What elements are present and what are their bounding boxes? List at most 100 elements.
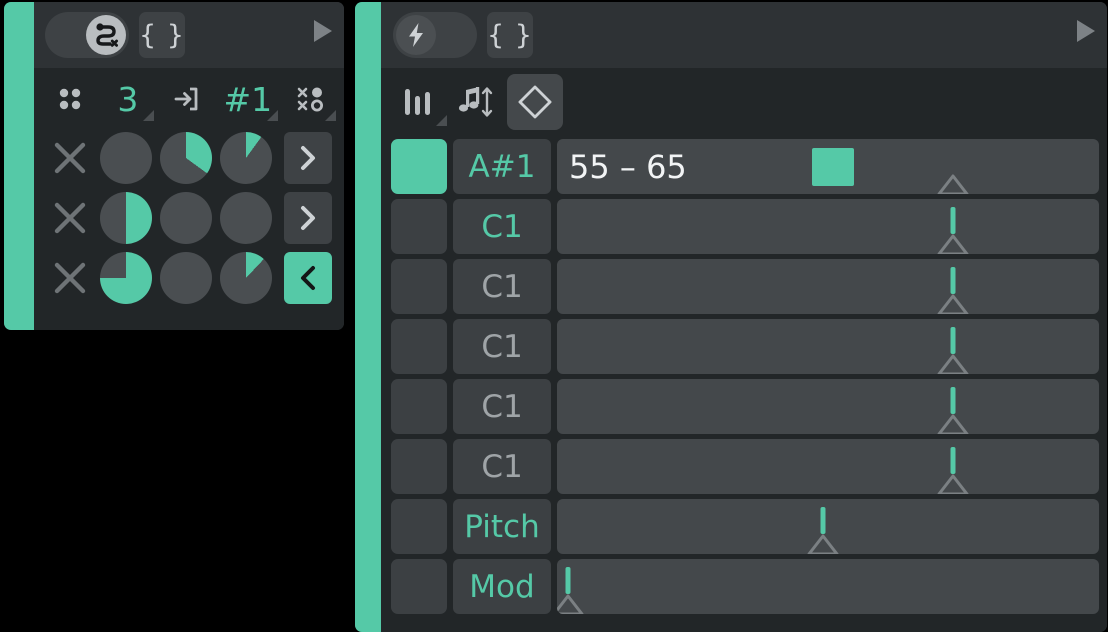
step-pad[interactable]: [391, 379, 447, 434]
left-panel-body: { } 3 #1: [34, 2, 344, 330]
left-panel: { } 3 #1: [4, 2, 344, 330]
row-expand-right-button[interactable]: [284, 132, 332, 184]
note-label-button[interactable]: C1: [453, 319, 551, 374]
sequencer-row: Mod: [391, 559, 1099, 614]
close-x-icon: [54, 262, 86, 294]
left-row: [48, 192, 332, 244]
note-label-button[interactable]: Mod: [453, 559, 551, 614]
corner-triangle-icon: [436, 115, 447, 126]
value-slider-track[interactable]: [557, 379, 1099, 434]
clear-row-button[interactable]: [48, 136, 92, 180]
dial-3[interactable]: [220, 192, 272, 244]
right-play-button[interactable]: [1077, 20, 1095, 42]
mod-toggle-knob: [86, 15, 126, 55]
slider-handle[interactable]: [934, 172, 972, 194]
slider-stem: [565, 567, 571, 594]
dial-2[interactable]: [160, 252, 212, 304]
sequencer-row: Pitch: [391, 499, 1099, 554]
note-up-down-icon: [458, 87, 493, 117]
step-pad[interactable]: [391, 319, 447, 374]
sequencer-row: C1: [391, 199, 1099, 254]
value-slider-track[interactable]: [557, 199, 1099, 254]
left-row: [48, 252, 332, 304]
arrow-into-box-icon: [174, 87, 198, 111]
toolbar-count-label: 3: [117, 79, 139, 119]
right-braces-label: { }: [487, 19, 533, 51]
lightning-toggle-knob: [396, 15, 436, 55]
note-label-button[interactable]: C1: [453, 439, 551, 494]
triangle-handle-icon: [937, 234, 969, 254]
note-label-button[interactable]: A#1: [453, 139, 551, 194]
row-expand-right-button[interactable]: [284, 192, 332, 244]
toolbar-item-transpose[interactable]: [451, 74, 497, 130]
step-pad[interactable]: [391, 199, 447, 254]
slider-handle[interactable]: [804, 532, 842, 554]
chevron-right-icon: [301, 146, 315, 170]
color-swatch[interactable]: [811, 147, 854, 186]
triangle-handle-icon: [937, 354, 969, 374]
toolbar-item-grid[interactable]: [50, 73, 90, 125]
toolbar-item-randomize[interactable]: [290, 73, 336, 125]
toolbar-item-input[interactable]: [166, 73, 206, 125]
slider-handle[interactable]: [934, 472, 972, 494]
right-braces-button[interactable]: { }: [487, 12, 533, 58]
value-slider-track[interactable]: [557, 319, 1099, 374]
slider-handle[interactable]: [557, 592, 587, 614]
triangle-handle-icon: [937, 474, 969, 494]
clear-row-button[interactable]: [48, 256, 92, 300]
toolbar-item-sliders[interactable]: [395, 74, 447, 130]
sequencer-row: C1: [391, 439, 1099, 494]
vertical-sliders-icon: [405, 89, 430, 115]
left-play-button[interactable]: [314, 20, 332, 42]
step-pad[interactable]: [391, 259, 447, 314]
lightning-toggle-switch[interactable]: [393, 12, 477, 58]
slider-handle[interactable]: [934, 352, 972, 374]
left-toolbar: 3 #1: [34, 68, 344, 130]
dial-1[interactable]: [100, 192, 152, 244]
triangle-handle-icon: [807, 534, 839, 554]
sequencer-row: C1: [391, 379, 1099, 434]
slider-handle[interactable]: [934, 292, 972, 314]
right-panel: { } A#1 55 – 65 C1 C1 C1 C1 C1 Pitch Mod: [355, 2, 1107, 632]
step-pad[interactable]: [391, 439, 447, 494]
slider-stem: [950, 387, 956, 414]
sequencer-row: A#1 55 – 65: [391, 139, 1099, 194]
left-panel-accent-rail: [4, 2, 34, 330]
toolbar-item-count[interactable]: 3: [108, 73, 154, 125]
dial-3[interactable]: [220, 132, 272, 184]
corner-triangle-icon: [324, 110, 336, 121]
value-slider-track[interactable]: [557, 439, 1099, 494]
triangle-handle-icon: [937, 174, 969, 194]
row-expand-left-button[interactable]: [284, 252, 332, 304]
step-pad[interactable]: [391, 559, 447, 614]
triangle-handle-icon: [937, 414, 969, 434]
chevron-left-icon: [301, 266, 315, 290]
left-braces-button[interactable]: { }: [139, 12, 185, 58]
note-label-button[interactable]: C1: [453, 199, 551, 254]
snake-path-x-icon: [96, 23, 118, 47]
corner-triangle-icon: [142, 110, 154, 121]
clear-row-button[interactable]: [48, 196, 92, 240]
value-slider-track[interactable]: [557, 559, 1099, 614]
dial-2[interactable]: [160, 192, 212, 244]
toolbar-item-pattern[interactable]: #1: [223, 73, 279, 125]
step-pad[interactable]: [391, 139, 447, 194]
dial-1[interactable]: [100, 252, 152, 304]
note-label-button[interactable]: C1: [453, 259, 551, 314]
toolbar-item-range[interactable]: [507, 74, 563, 130]
dial-2[interactable]: [160, 132, 212, 184]
note-label-button[interactable]: C1: [453, 379, 551, 434]
right-panel-accent-rail: [355, 2, 381, 632]
right-panel-header: { }: [381, 2, 1107, 68]
mod-toggle-switch[interactable]: [45, 12, 129, 58]
value-slider-track[interactable]: [557, 499, 1099, 554]
dial-3[interactable]: [220, 252, 272, 304]
note-label-button[interactable]: Pitch: [453, 499, 551, 554]
chevron-right-icon: [301, 206, 315, 230]
dial-1[interactable]: [100, 132, 152, 184]
value-slider-track[interactable]: 55 – 65: [557, 139, 1099, 194]
value-slider-track[interactable]: [557, 259, 1099, 314]
slider-handle[interactable]: [934, 412, 972, 434]
step-pad[interactable]: [391, 499, 447, 554]
slider-handle[interactable]: [934, 232, 972, 254]
